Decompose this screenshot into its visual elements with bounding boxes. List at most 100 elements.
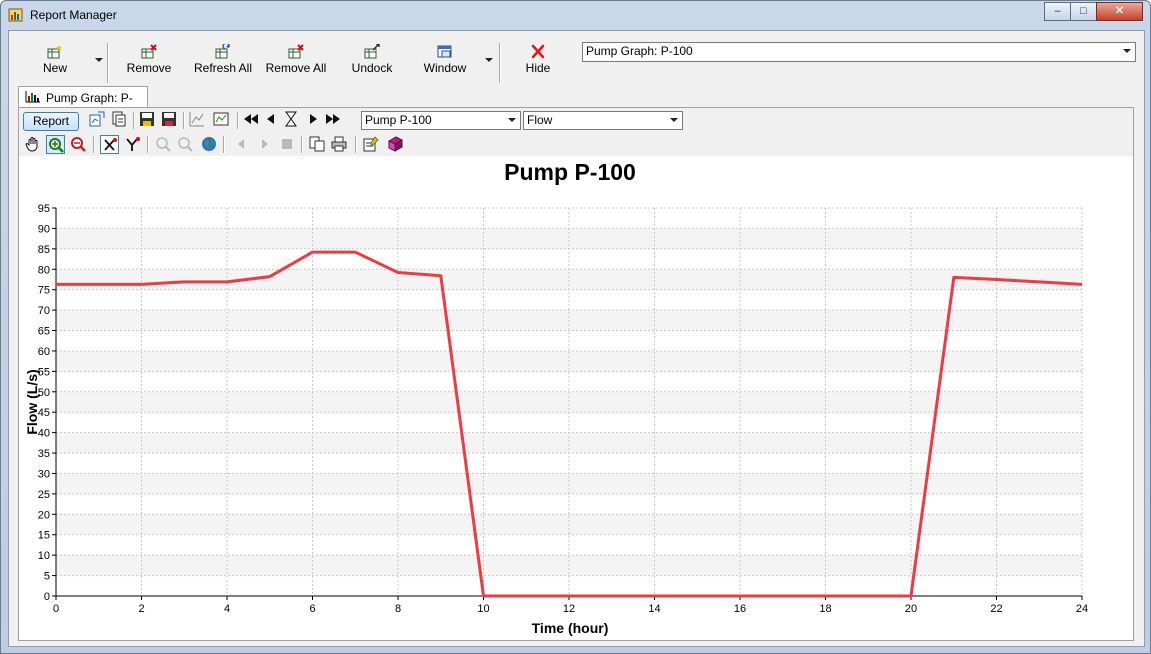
y-tick-label: 90 bbox=[38, 223, 50, 235]
undock-button[interactable]: Undock bbox=[347, 41, 397, 83]
refresh-all-button[interactable]: Refresh All bbox=[191, 41, 255, 83]
new-dropdown-arrow[interactable] bbox=[95, 58, 103, 62]
graph-panel: Report Pump P-100 Flow 0 5 10 15 20 25 3… bbox=[18, 107, 1134, 641]
y-tick-label: 15 bbox=[38, 530, 50, 542]
time-step-icon[interactable] bbox=[283, 111, 299, 127]
y-tick-label: 70 bbox=[38, 305, 50, 317]
x-tick-label: 2 bbox=[138, 603, 144, 615]
y-tick-label: 0 bbox=[44, 591, 50, 603]
pump-graph-chart[interactable]: 0 5 10 15 20 25 30 35 40 45 50 55 60 65 70 75 80 85 90 95 0 2… bbox=[19, 157, 1133, 640]
window-dropdown-arrow[interactable] bbox=[485, 58, 493, 62]
copy-icon[interactable] bbox=[309, 136, 325, 152]
save-all-icon[interactable] bbox=[161, 111, 177, 127]
toolbar-separator bbox=[301, 136, 303, 153]
last-step-icon[interactable] bbox=[325, 111, 341, 127]
report-select-value: Pump Graph: P-100 bbox=[586, 44, 693, 58]
pan-hand-icon[interactable] bbox=[25, 136, 41, 152]
globe-icon[interactable] bbox=[201, 136, 217, 152]
attribute-select[interactable]: Flow bbox=[523, 111, 683, 130]
zoom-in-toggle[interactable] bbox=[46, 135, 65, 154]
y-tick-label: 25 bbox=[38, 489, 50, 501]
hide-icon bbox=[531, 44, 545, 59]
attribute-select-value: Flow bbox=[527, 113, 553, 127]
remove-button[interactable]: Remove bbox=[123, 41, 175, 83]
graph-toolbar-bottom bbox=[19, 132, 1133, 156]
x-tick-label: 0 bbox=[53, 603, 59, 615]
window-title: Report Manager bbox=[30, 8, 117, 22]
chevron-down-icon bbox=[1123, 49, 1131, 53]
toolbar-separator bbox=[93, 136, 95, 153]
previous-step-icon[interactable] bbox=[263, 111, 279, 127]
new-button[interactable]: New bbox=[35, 41, 75, 83]
report-button[interactable]: Report bbox=[23, 112, 79, 131]
remove-button-label: Remove bbox=[126, 61, 172, 75]
graph-series-options-icon[interactable] bbox=[89, 111, 105, 127]
toolbar-separator bbox=[183, 112, 185, 129]
toolbar-separator bbox=[355, 136, 357, 153]
y-tick-label: 80 bbox=[38, 264, 50, 276]
zoom-in-icon bbox=[49, 138, 64, 153]
x-tick-label: 18 bbox=[819, 603, 831, 615]
remove-all-button-label: Remove All bbox=[265, 61, 327, 75]
zoom-out-icon[interactable] bbox=[70, 136, 86, 152]
y-tick-label: 95 bbox=[38, 203, 50, 215]
close-button[interactable]: ✕ bbox=[1096, 2, 1143, 21]
chart-title: Pump P-100 bbox=[504, 159, 636, 185]
y-tick-label: 75 bbox=[38, 285, 50, 297]
maximize-button[interactable]: □ bbox=[1070, 2, 1097, 21]
y-axis-icon[interactable] bbox=[125, 136, 141, 152]
ribbon-separator bbox=[499, 43, 501, 83]
minimize-button[interactable]: – bbox=[1044, 2, 1071, 21]
toolbar-separator bbox=[237, 112, 239, 129]
x-axis-icon bbox=[104, 138, 117, 151]
properties-icon[interactable] bbox=[363, 136, 379, 152]
undock-icon bbox=[364, 44, 380, 59]
hide-button[interactable]: Hide bbox=[519, 41, 557, 83]
report-select[interactable]: Pump Graph: P-100 bbox=[582, 42, 1136, 62]
y-tick-label: 35 bbox=[38, 448, 50, 460]
stop-icon bbox=[282, 139, 292, 149]
line-chart-icon[interactable] bbox=[213, 111, 229, 127]
x-tick-label: 22 bbox=[990, 603, 1002, 615]
x-tick-label: 24 bbox=[1076, 603, 1088, 615]
report-manager-app-icon bbox=[8, 8, 23, 22]
y-tick-label: 60 bbox=[38, 346, 50, 358]
x-tick-label: 8 bbox=[395, 603, 401, 615]
first-step-icon[interactable] bbox=[243, 111, 259, 127]
y-tick-label: 20 bbox=[38, 509, 50, 521]
graph-toolbar-top: Report Pump P-100 Flow bbox=[19, 108, 1133, 132]
ribbon-separator bbox=[107, 43, 109, 83]
refresh-all-icon bbox=[215, 44, 230, 59]
window-icon bbox=[437, 45, 452, 58]
chart-legend-icon[interactable] bbox=[189, 111, 205, 127]
window-button[interactable]: Window bbox=[419, 41, 471, 83]
tab-pump-graph[interactable]: Pump Graph: P-100 bbox=[18, 86, 148, 119]
close-icon: ✕ bbox=[1114, 5, 1125, 17]
help-book-icon[interactable] bbox=[387, 136, 403, 152]
x-axis-label: Time (hour) bbox=[532, 620, 609, 636]
element-select[interactable]: Pump P-100 bbox=[361, 111, 521, 130]
y-tick-label: 30 bbox=[38, 468, 50, 480]
report-manager-client: New Remove Refresh All Remove All Undock… bbox=[8, 30, 1145, 647]
remove-all-button[interactable]: Remove All bbox=[264, 41, 328, 83]
remove-all-icon bbox=[288, 44, 304, 59]
chart-options-icon[interactable] bbox=[111, 111, 127, 127]
chart-svg: 051015202530354045505560657075808590950 2… bbox=[24, 159, 1088, 636]
bar-chart-icon bbox=[25, 91, 40, 103]
title-bar[interactable]: Report Manager – □ ✕ bbox=[1, 1, 1150, 29]
remove-icon bbox=[141, 44, 157, 59]
toolbar-separator bbox=[147, 136, 149, 153]
chevron-down-icon bbox=[670, 118, 678, 122]
toolbar-separator bbox=[223, 136, 225, 153]
refresh-all-button-label: Refresh All bbox=[193, 61, 253, 75]
play-forward-icon bbox=[262, 139, 268, 149]
y-tick-label: 85 bbox=[38, 244, 50, 256]
undock-button-label: Undock bbox=[351, 61, 393, 75]
window-button-label: Window bbox=[423, 61, 467, 75]
next-step-icon[interactable] bbox=[305, 111, 321, 127]
print-icon[interactable] bbox=[331, 136, 347, 152]
x-axis-toggle[interactable] bbox=[100, 135, 119, 154]
x-tick-label: 16 bbox=[734, 603, 746, 615]
save-icon[interactable] bbox=[139, 111, 155, 127]
ribbon-toolbar: New Remove Refresh All Remove All Undock… bbox=[9, 31, 1144, 85]
